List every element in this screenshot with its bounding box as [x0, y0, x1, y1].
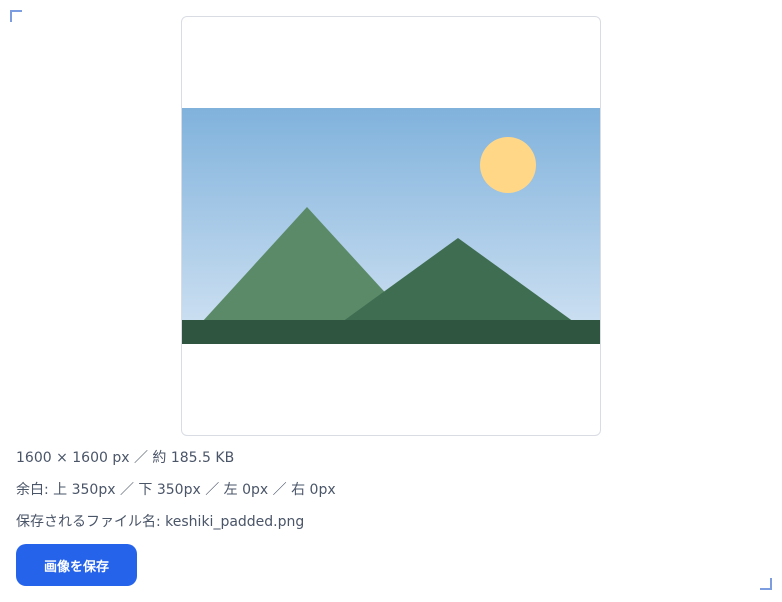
corner-marker-top-left — [10, 10, 22, 22]
save-image-button[interactable]: 画像を保存 — [16, 544, 137, 586]
image-padding-result: 1600 × 1600 px ／ 約 185.5 KB 余白: 上 350px … — [0, 0, 782, 602]
corner-marker-bottom-right — [760, 578, 772, 590]
ground — [182, 320, 600, 344]
image-preview — [181, 16, 601, 436]
landscape-image — [182, 108, 600, 344]
sun — [480, 137, 536, 193]
output-filename-info: 保存されるファイル名: keshiki_padded.png — [16, 514, 305, 530]
padding-info: 余白: 上 350px ／ 下 350px ／ 左 0px ／ 右 0px — [16, 482, 336, 498]
image-size-info: 1600 × 1600 px ／ 約 185.5 KB — [16, 450, 235, 466]
